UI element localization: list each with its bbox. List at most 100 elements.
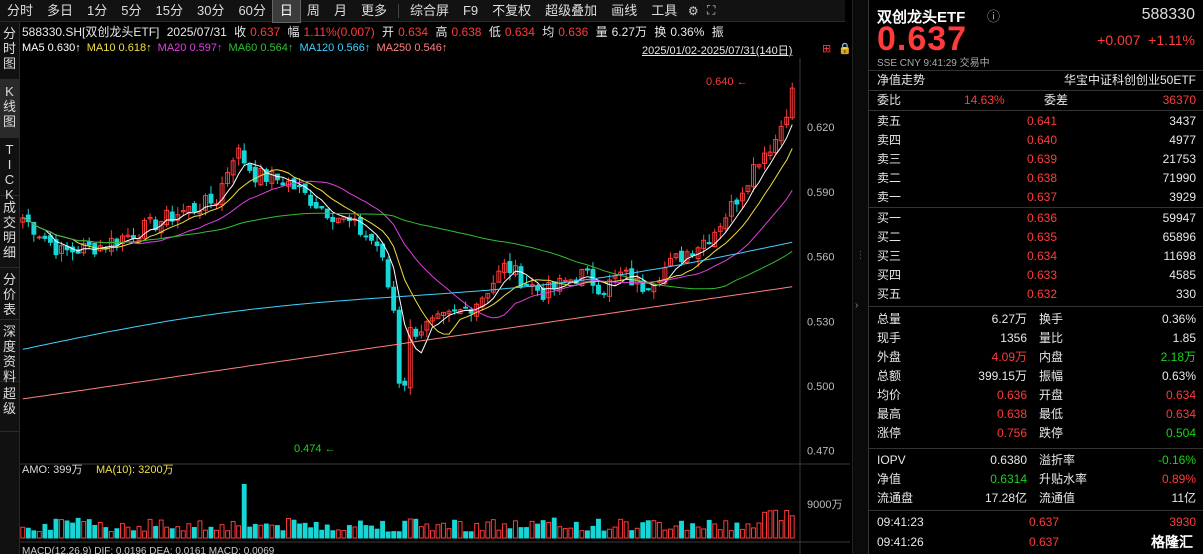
toolbar-tool[interactable]: 综合屏: [403, 0, 456, 22]
bid-row[interactable]: 买四 0.633 4585: [869, 266, 1203, 284]
volume-bar: [380, 520, 386, 539]
info-low: 0.634: [504, 25, 535, 39]
ma60-line: [22, 212, 793, 290]
ask-row[interactable]: 卖三 0.639 21753: [869, 150, 1203, 168]
lock-icon[interactable]: ⊞: [822, 42, 831, 55]
candle-body: [252, 166, 258, 183]
change-pct: +1.11%: [1148, 32, 1195, 48]
period-tab[interactable]: 周: [300, 0, 327, 22]
period-tab[interactable]: 15分: [149, 0, 190, 22]
ask-row[interactable]: 卖五 0.641 3437: [869, 112, 1203, 130]
volume-bar: [263, 523, 269, 539]
toolbar-divider: [397, 3, 399, 18]
left-tab[interactable]: 超级: [0, 382, 19, 432]
bid-row[interactable]: 买三 0.634 11698: [869, 247, 1203, 265]
bid-row[interactable]: 买一 0.636 59947: [869, 209, 1203, 227]
volume-bar: [596, 518, 601, 539]
period-tab[interactable]: 分时: [0, 0, 40, 22]
left-tab[interactable]: 分价表: [0, 268, 19, 320]
expand-icon[interactable]: ⛶: [702, 0, 720, 22]
collapse-arrow-icon[interactable]: ›: [855, 300, 858, 311]
volume-bar: [728, 530, 734, 539]
period-range[interactable]: 2025/01/02-2025/07/31(140日): [642, 42, 792, 58]
candle-body: [562, 279, 568, 282]
volume-bar: [191, 527, 197, 539]
period-tab[interactable]: 日: [271, 0, 301, 23]
info-bar: 588330.SH[双创龙头ETF] 2025/07/31 收 0.637 幅 1.…: [22, 23, 852, 40]
toolbar-tool[interactable]: F9: [456, 0, 485, 22]
lock2-icon[interactable]: 🔒: [838, 42, 852, 55]
volume-bar: [286, 518, 291, 539]
left-tab[interactable]: TICK: [0, 138, 19, 202]
volume-bar: [407, 518, 413, 539]
period-tab[interactable]: 5分: [114, 0, 148, 22]
volume-bar: [385, 531, 391, 539]
ask-row[interactable]: 卖四 0.640 4977: [869, 131, 1203, 149]
stat-label: 外盘: [877, 350, 902, 364]
ask-row[interactable]: 卖二 0.638 71990: [869, 169, 1203, 187]
stat-label: 最高: [877, 407, 902, 421]
bid-label: 买四: [877, 268, 902, 282]
collapse-bar[interactable]: › ⋮: [852, 0, 868, 554]
volume-bar: [114, 528, 120, 539]
candle-body: [241, 150, 247, 164]
volume-bar: [25, 527, 31, 539]
period-tab[interactable]: 多日: [40, 0, 80, 22]
left-tab[interactable]: 成交明细: [0, 196, 19, 268]
volume-bar: [573, 521, 579, 539]
period-tab[interactable]: 1分: [80, 0, 114, 22]
volume-bar: [153, 526, 159, 539]
info-date: 2025/07/31: [166, 25, 227, 39]
info-icon[interactable]: ⓘ: [987, 6, 1000, 25]
candle-body: [679, 250, 684, 263]
volume-bar: [789, 515, 795, 539]
kline-chart[interactable]: 0.620 0.590 0.560 0.530 0.500 0.470 0.640 ← 0.4…: [20, 58, 850, 554]
bid-row[interactable]: 买五 0.632 330: [869, 285, 1203, 303]
ask-price: 0.641: [1027, 114, 1058, 128]
volume-bar: [358, 520, 363, 539]
volume-bar: [119, 523, 125, 539]
price-tick: 0.530: [807, 316, 835, 328]
volume-bar: [778, 520, 784, 539]
toolbar-tool[interactable]: 画线: [604, 0, 644, 22]
volume-bar: [363, 525, 369, 539]
stat-label: 涨停: [877, 426, 902, 440]
period-tab[interactable]: 更多: [354, 0, 394, 22]
nav-trend-label[interactable]: 净值走势: [877, 71, 925, 89]
volume-bar: [313, 521, 319, 539]
volume-bar: [297, 523, 302, 539]
candle-body: [596, 284, 601, 295]
ask-row[interactable]: 卖一 0.637 3929: [869, 188, 1203, 206]
candle-body: [86, 241, 92, 246]
candle-body: [191, 203, 197, 212]
bid-row[interactable]: 买二 0.635 65896: [869, 228, 1203, 246]
close-label: 收: [234, 25, 247, 39]
price-change: +0.007 +1.11%: [1097, 32, 1195, 48]
ask-label: 卖三: [877, 152, 902, 166]
period-tab[interactable]: 60分: [231, 0, 272, 22]
volume-bar: [551, 517, 557, 539]
volume-bar: [269, 524, 275, 539]
stat-label: IOPV: [877, 453, 906, 467]
left-tab[interactable]: K线图: [0, 80, 19, 138]
left-tab[interactable]: 深度资料: [0, 320, 19, 384]
info-open: 0.634: [398, 25, 429, 39]
high-label: 高: [435, 25, 448, 39]
ma5-line: [22, 124, 793, 354]
ask-price: 0.639: [1027, 152, 1058, 166]
volume-bar: [86, 519, 92, 539]
toolbar-tool[interactable]: 工具: [644, 0, 684, 22]
left-tab[interactable]: 分时图: [0, 22, 19, 80]
volume-bar: [413, 518, 419, 539]
nav-row[interactable]: 净值走势 华宝中证科创创业50ETF: [869, 71, 1203, 89]
toolbar-tool[interactable]: 不复权: [485, 0, 538, 22]
period-tab[interactable]: 月: [327, 0, 354, 22]
stat-label: 流通值: [1039, 491, 1076, 505]
stat-label: 流通盘: [877, 491, 914, 505]
volume-bar: [175, 526, 181, 539]
period-tab[interactable]: 30分: [190, 0, 231, 22]
volume-bar: [59, 519, 64, 539]
ask-price: 0.637: [1027, 190, 1058, 204]
toolbar-tool[interactable]: 超级叠加: [538, 0, 604, 22]
settings-icon[interactable]: ⚙: [684, 0, 702, 22]
